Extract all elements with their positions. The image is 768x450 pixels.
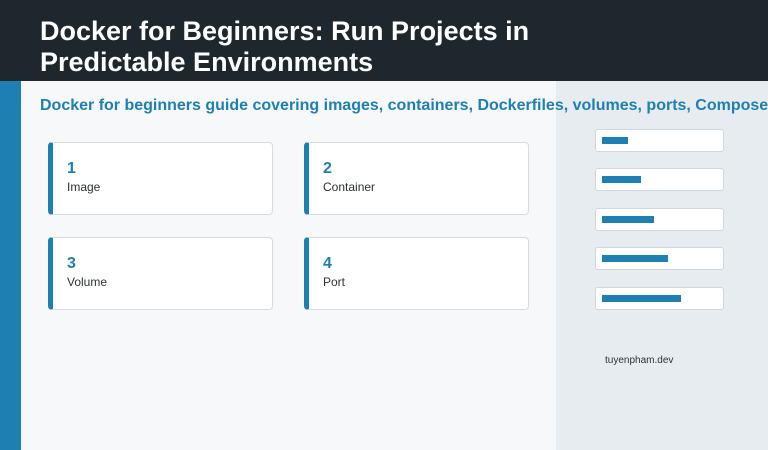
progress-fill bbox=[602, 216, 654, 223]
progress-fill bbox=[602, 255, 668, 262]
card-label: Container bbox=[323, 180, 376, 194]
footer-site-label: tuyenpham.dev bbox=[605, 355, 674, 366]
progress-bar-3 bbox=[595, 208, 724, 231]
card-label: Volume bbox=[67, 275, 108, 289]
progress-fill bbox=[602, 295, 681, 302]
concept-card-container: 2 Container bbox=[304, 142, 529, 215]
progress-bar-5 bbox=[595, 287, 724, 310]
card-number: 2 bbox=[323, 160, 332, 177]
progress-bar-2 bbox=[595, 168, 724, 191]
concept-card-image: 1 Image bbox=[48, 142, 273, 215]
progress-bar-4 bbox=[595, 247, 724, 270]
card-label: Image bbox=[67, 180, 101, 194]
progress-bar-1 bbox=[595, 129, 724, 152]
slide-canvas: Docker for Beginners: Run Projects in Pr… bbox=[0, 0, 768, 450]
card-number: 3 bbox=[67, 255, 76, 272]
card-label: Port bbox=[323, 275, 346, 289]
progress-fill bbox=[602, 176, 641, 183]
left-accent-bar bbox=[0, 81, 21, 450]
card-number: 4 bbox=[323, 255, 332, 272]
page-subtitle: Docker for beginners guide covering imag… bbox=[40, 97, 768, 114]
page-title: Docker for Beginners: Run Projects in Pr… bbox=[40, 16, 530, 77]
concept-card-volume: 3 Volume bbox=[48, 237, 273, 310]
header-banner: Docker for Beginners: Run Projects in Pr… bbox=[0, 0, 768, 81]
card-number: 1 bbox=[67, 160, 76, 177]
progress-fill bbox=[602, 137, 628, 144]
concept-card-port: 4 Port bbox=[304, 237, 529, 310]
